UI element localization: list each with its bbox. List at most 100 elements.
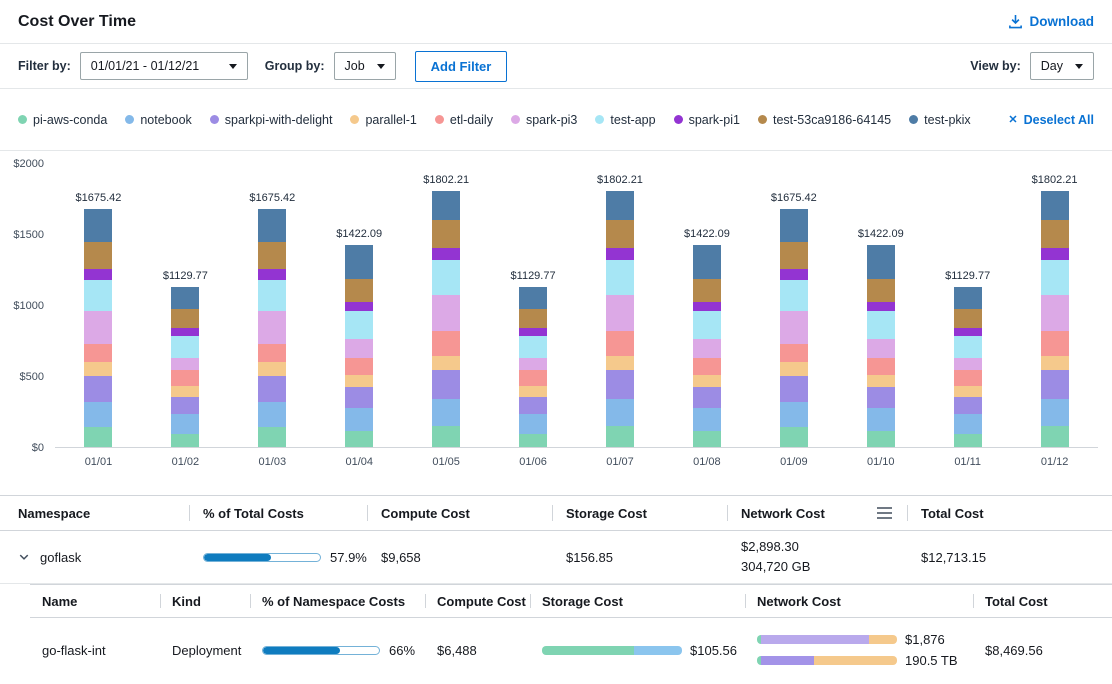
network-cost-value: $1,876: [905, 632, 945, 647]
col-header-pct-total[interactable]: % of Total Costs: [189, 506, 367, 521]
legend-label: pi-aws-conda: [33, 113, 107, 127]
bar-segment-test-app: [171, 336, 199, 359]
bar-segment-notebook: [432, 399, 460, 426]
bar-segment-spark-pi1: [606, 248, 634, 259]
legend-item-spark-pi1[interactable]: spark-pi1: [674, 113, 740, 127]
sub-col-header-pct[interactable]: % of Namespace Costs: [250, 594, 425, 609]
bar-segment-notebook: [171, 414, 199, 434]
download-button[interactable]: Download: [1008, 14, 1095, 29]
network-usage-value: 304,720 GB: [741, 557, 907, 577]
legend-item-test-53ca9186-64145[interactable]: test-53ca9186-64145: [758, 113, 891, 127]
namespace-name: goflask: [40, 550, 81, 565]
chevron-down-icon[interactable]: [18, 551, 30, 563]
group-by-label: Group by:: [265, 59, 325, 73]
bar-segment-spark-pi3: [519, 358, 547, 370]
bar-segment-test-app: [258, 280, 286, 311]
legend-item-test-app[interactable]: test-app: [595, 113, 655, 127]
x-tick-label: 01/06: [490, 448, 577, 468]
col-header-compute[interactable]: Compute Cost: [367, 506, 552, 521]
bar-segment-pi-aws-conda: [171, 434, 199, 448]
bar-segment-etl-daily: [258, 344, 286, 363]
bar-total-label: $1675.42: [249, 192, 295, 204]
sub-col-header-network[interactable]: Network Cost: [745, 594, 973, 609]
bar-segment-test-53ca9186-64145: [606, 220, 634, 248]
legend-item-etl-daily[interactable]: etl-daily: [435, 113, 493, 127]
deselect-all-button[interactable]: ✕ Deselect All: [1008, 113, 1094, 127]
bar-segment-pi-aws-conda: [432, 426, 460, 447]
bar-segment-test-pkix: [867, 245, 895, 279]
bar-segment-parallel-1: [258, 362, 286, 376]
stacked-bar[interactable]: [693, 245, 721, 447]
bar-segment-notebook: [606, 399, 634, 426]
stacked-bar[interactable]: [432, 191, 460, 447]
stacked-bar[interactable]: [780, 209, 808, 447]
compute-cost-cell: $9,658: [367, 550, 552, 565]
sub-col-header-name[interactable]: Name: [30, 594, 160, 609]
sub-col-header-compute[interactable]: Compute Cost: [425, 594, 530, 609]
stacked-bar[interactable]: [84, 209, 112, 447]
column-menu-icon[interactable]: [876, 506, 893, 520]
bar-segment-test-53ca9186-64145: [780, 242, 808, 269]
col-header-total[interactable]: Total Cost: [907, 506, 1112, 521]
y-tick-label: $1000: [0, 300, 44, 312]
sub-table-row: go-flask-int Deployment 66% $6,488 $105.…: [30, 618, 1112, 684]
legend-item-spark-pi3[interactable]: spark-pi3: [511, 113, 577, 127]
bar-segment-sparkpi-with-delight: [84, 376, 112, 402]
bar-segment-test-app: [867, 311, 895, 339]
bar-segment-etl-daily: [867, 358, 895, 375]
bar-segment-pi-aws-conda: [258, 427, 286, 447]
date-range-select[interactable]: 01/01/21 - 01/12/21: [80, 52, 248, 80]
close-icon: ✕: [1008, 113, 1017, 126]
pct-total-value: 57.9%: [330, 550, 367, 565]
stacked-bar[interactable]: [606, 191, 634, 447]
bar-segment-test-app: [693, 311, 721, 339]
group-by-select[interactable]: Job: [334, 52, 396, 80]
stacked-bar[interactable]: [519, 287, 547, 447]
bar-segment-pi-aws-conda: [84, 427, 112, 447]
bar-segment-test-53ca9186-64145: [1041, 220, 1069, 248]
sub-col-header-storage[interactable]: Storage Cost: [530, 594, 745, 609]
legend-label: sparkpi-with-delight: [225, 113, 333, 127]
stacked-bar[interactable]: [258, 209, 286, 447]
bar-segment-test-53ca9186-64145: [84, 242, 112, 269]
bar-total-label: $1675.42: [771, 192, 817, 204]
namespace-cell[interactable]: goflask: [0, 550, 189, 565]
view-by-select[interactable]: Day: [1030, 52, 1094, 80]
col-header-storage[interactable]: Storage Cost: [552, 506, 727, 521]
bar-group-01/09: $1675.42: [750, 192, 837, 447]
legend-item-sparkpi-with-delight[interactable]: sparkpi-with-delight: [210, 113, 333, 127]
bar-segment-test-53ca9186-64145: [171, 309, 199, 328]
sub-col-header-kind[interactable]: Kind: [160, 594, 250, 609]
legend-item-notebook[interactable]: notebook: [125, 113, 191, 127]
legend-item-pi-aws-conda[interactable]: pi-aws-conda: [18, 113, 107, 127]
bar-segment-sparkpi-with-delight: [519, 397, 547, 414]
bar-segment-pi-aws-conda: [780, 427, 808, 447]
legend-item-test-pkix[interactable]: test-pkix: [909, 113, 971, 127]
bar-segment-spark-pi1: [780, 269, 808, 280]
storage-cost-cell: $156.85: [552, 550, 727, 565]
legend-label: notebook: [140, 113, 191, 127]
col-header-namespace[interactable]: Namespace: [0, 506, 189, 521]
add-filter-button[interactable]: Add Filter: [415, 51, 508, 82]
sub-col-header-total[interactable]: Total Cost: [973, 594, 1112, 609]
stacked-bar[interactable]: [345, 245, 373, 447]
bar-segment-test-app: [345, 311, 373, 339]
workload-name-cell[interactable]: go-flask-int: [30, 643, 160, 658]
bar-segment-test-pkix: [1041, 191, 1069, 220]
view-by-value: Day: [1041, 59, 1063, 73]
bar-segment-etl-daily: [954, 370, 982, 386]
legend-item-parallel-1[interactable]: parallel-1: [350, 113, 416, 127]
col-header-network[interactable]: Network Cost: [727, 506, 907, 521]
stacked-bar[interactable]: [954, 287, 982, 447]
network-cost-cell: $2,898.30 304,720 GB: [727, 537, 907, 577]
stacked-bar[interactable]: [867, 245, 895, 447]
filter-bar: Filter by: 01/01/21 - 01/12/21 Group by:…: [0, 44, 1112, 89]
bar-segment-test-app: [84, 280, 112, 311]
stacked-bar[interactable]: [171, 287, 199, 447]
bar-group-01/03: $1675.42: [229, 192, 316, 447]
bar-segment-test-pkix: [171, 287, 199, 310]
table-header-row: Namespace % of Total Costs Compute Cost …: [0, 495, 1112, 531]
stacked-bar[interactable]: [1041, 191, 1069, 447]
bar-group-01/02: $1129.77: [142, 270, 229, 447]
bar-segment-test-pkix: [519, 287, 547, 310]
